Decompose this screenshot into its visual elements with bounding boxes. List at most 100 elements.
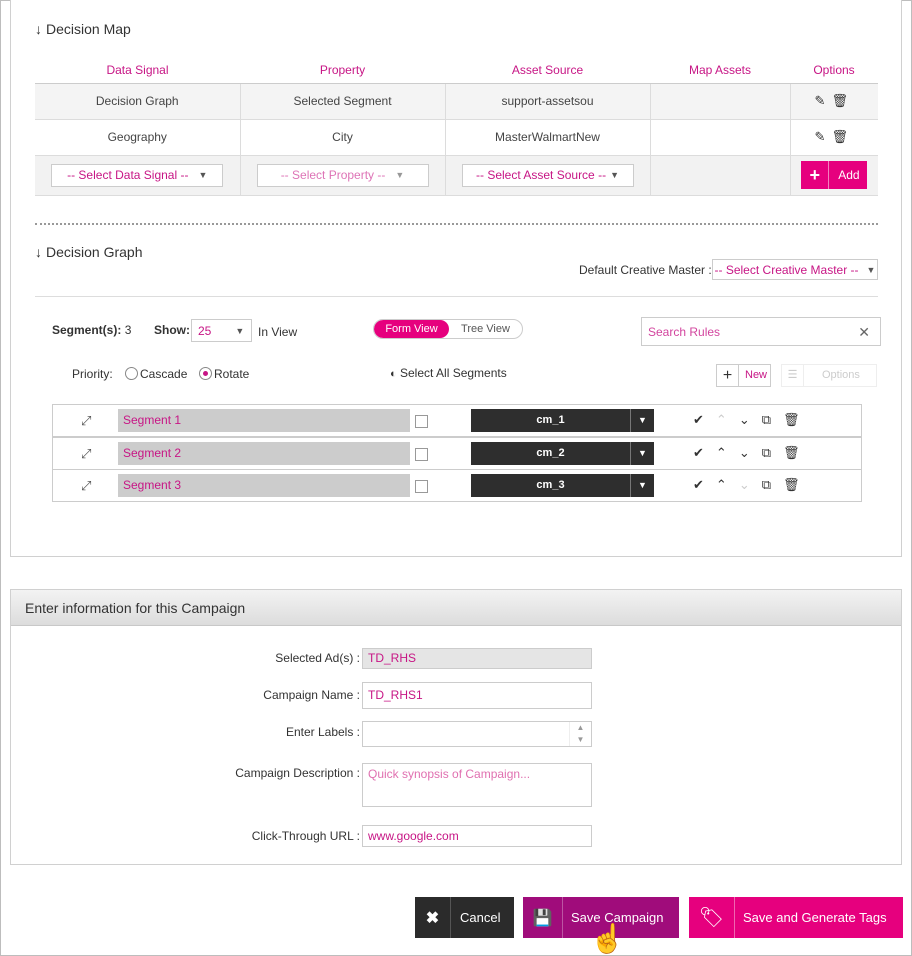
decision-map-heading[interactable]: ↓ Decision Map: [35, 21, 131, 37]
select-all-segments[interactable]: ◐ Select All Segments: [390, 366, 507, 380]
in-view-label: In View: [258, 325, 298, 339]
campaign-name-label: Campaign Name :: [263, 688, 360, 702]
cascade-radio[interactable]: [125, 367, 138, 380]
save-icon: 💾: [523, 897, 563, 938]
pencil-icon[interactable]: ✎: [815, 129, 832, 144]
check-icon[interactable]: ✔: [693, 445, 704, 461]
cell-map: [650, 83, 791, 120]
cell-signal: Geography: [35, 119, 241, 156]
col-property: Property: [240, 57, 445, 84]
move-icon[interactable]: ⤢: [81, 446, 91, 462]
selected-ads-label: Selected Ad(s) :: [275, 651, 360, 665]
selected-ads-field: TD_RHS: [362, 648, 592, 669]
segment-checkbox[interactable]: [415, 480, 428, 493]
creative-master-select[interactable]: cm_2 ▼: [471, 442, 654, 465]
search-input[interactable]: [642, 318, 842, 345]
cell-source: support-assetsou: [445, 83, 651, 120]
trash-icon[interactable]: 🗑: [831, 93, 854, 108]
trash-icon[interactable]: 🗑: [783, 445, 800, 461]
segment-checkbox[interactable]: [415, 415, 428, 428]
segment-row: ⤢ Segment 1 cm_1 ▼ ✔ ⌃ ⌄ ⧉ 🗑: [52, 404, 862, 437]
move-icon[interactable]: ⤢: [81, 413, 91, 429]
segment-name[interactable]: Segment 2: [118, 442, 410, 465]
col-asset-source: Asset Source: [445, 57, 650, 84]
description-label: Campaign Description :: [235, 766, 360, 780]
decision-map-table: Data Signal Property Asset Source Map As…: [35, 57, 878, 196]
decision-graph-heading[interactable]: ↓ Decision Graph: [35, 244, 143, 260]
select-property[interactable]: -- Select Property -- ▼: [256, 163, 429, 187]
segment-name[interactable]: Segment 1: [118, 409, 410, 432]
add-button[interactable]: + Add: [801, 161, 868, 189]
creative-master-select[interactable]: cm_3 ▼: [471, 474, 654, 497]
col-options: Options: [790, 57, 878, 84]
view-toggle: Form View Tree View: [373, 319, 523, 339]
trash-icon[interactable]: 🗑: [783, 412, 800, 428]
copy-icon[interactable]: ⧉: [762, 477, 771, 493]
show-label: Show:: [154, 323, 190, 337]
tags-icon: 🏷: [689, 897, 735, 938]
new-segment-button[interactable]: + New: [716, 364, 771, 387]
segments-count: Segment(s): 3: [52, 323, 132, 337]
table-row: Decision Graph Selected Segment support-…: [35, 83, 878, 120]
table-row: Geography City MasterWalmartNew ✎🗑: [35, 119, 878, 156]
select-creative-master[interactable]: -- Select Creative Master -- ▼: [712, 259, 878, 280]
clear-icon[interactable]: ✕: [858, 324, 870, 341]
hand-cursor-icon: ☝: [590, 923, 625, 954]
caret-down-icon: ▼: [235, 325, 245, 336]
select-asset-source[interactable]: -- Select Asset Source -- ▼: [461, 163, 634, 187]
chevron-down-icon[interactable]: ⌄: [739, 412, 750, 428]
rotate-option[interactable]: Rotate: [199, 367, 249, 381]
caret-down-icon: ▼: [630, 409, 654, 432]
url-field[interactable]: www.google.com: [362, 825, 592, 847]
copy-icon[interactable]: ⧉: [762, 445, 771, 461]
cell-source: MasterWalmartNew: [445, 119, 651, 156]
add-mapping-row: -- Select Data Signal -- ▼ -- Select Prop…: [35, 155, 878, 196]
chevron-down-icon[interactable]: ⌄: [739, 445, 750, 461]
cascade-option[interactable]: Cascade: [125, 367, 187, 381]
cancel-button[interactable]: ✖ Cancel: [415, 897, 514, 938]
caret-down-icon: ▼: [198, 170, 208, 180]
arrow-down-icon: ↓: [35, 244, 42, 260]
caret-down-icon: ▼: [610, 170, 619, 180]
url-label: Click-Through URL :: [251, 829, 360, 843]
chevron-up-icon: ⌃: [715, 412, 727, 427]
decision-map-title: Decision Map: [46, 21, 131, 37]
cell-map: [650, 119, 791, 156]
caret-down-icon: ▼: [630, 442, 654, 465]
chevron-up-icon[interactable]: ⌃: [716, 477, 727, 493]
col-map-assets: Map Assets: [650, 57, 790, 84]
segment-row: ⤢ Segment 2 cm_2 ▼ ✔ ⌃ ⌄ ⧉ 🗑: [52, 437, 862, 470]
divider: [35, 296, 878, 297]
campaign-name-field[interactable]: TD_RHS1: [362, 682, 592, 709]
chevron-up-icon[interactable]: ⌃: [716, 445, 727, 461]
cell-property: Selected Segment: [240, 83, 446, 120]
pencil-icon[interactable]: ✎: [815, 93, 832, 108]
show-count-select[interactable]: 25 ▼: [191, 319, 252, 342]
rotate-radio[interactable]: [199, 367, 212, 380]
copy-icon[interactable]: ⧉: [762, 412, 771, 428]
decision-graph-title: Decision Graph: [46, 244, 143, 260]
segment-name[interactable]: Segment 3: [118, 474, 410, 497]
caret-down-icon: ▼: [630, 474, 654, 497]
move-icon[interactable]: ⤢: [81, 478, 91, 494]
select-data-signal[interactable]: -- Select Data Signal -- ▼: [51, 163, 224, 187]
options-button[interactable]: ☰ Options: [781, 364, 877, 387]
search-rules: ✕: [641, 317, 881, 346]
description-field[interactable]: Quick synopsis of Campaign...: [362, 763, 592, 807]
form-view-toggle[interactable]: Form View: [374, 320, 449, 338]
labels-label: Enter Labels :: [285, 725, 360, 739]
save-generate-tags-button[interactable]: 🏷 Save and Generate Tags: [689, 897, 903, 938]
tree-view-toggle[interactable]: Tree View: [449, 320, 522, 338]
caret-down-icon: ▼: [395, 170, 405, 180]
labels-field[interactable]: ▲ ▼: [362, 721, 592, 747]
segment-checkbox[interactable]: [415, 448, 428, 461]
cell-options: ✎🗑: [790, 83, 878, 120]
spinner-icon[interactable]: ▲ ▼: [569, 722, 591, 746]
check-icon[interactable]: ✔: [693, 477, 704, 493]
chevron-down-icon: ⌄: [738, 477, 750, 492]
check-icon[interactable]: ✔: [693, 412, 704, 428]
trash-icon[interactable]: 🗑: [783, 477, 800, 493]
creative-master-select[interactable]: cm_1 ▼: [471, 409, 654, 432]
trash-icon[interactable]: 🗑: [831, 129, 854, 144]
col-data-signal: Data Signal: [35, 57, 240, 84]
